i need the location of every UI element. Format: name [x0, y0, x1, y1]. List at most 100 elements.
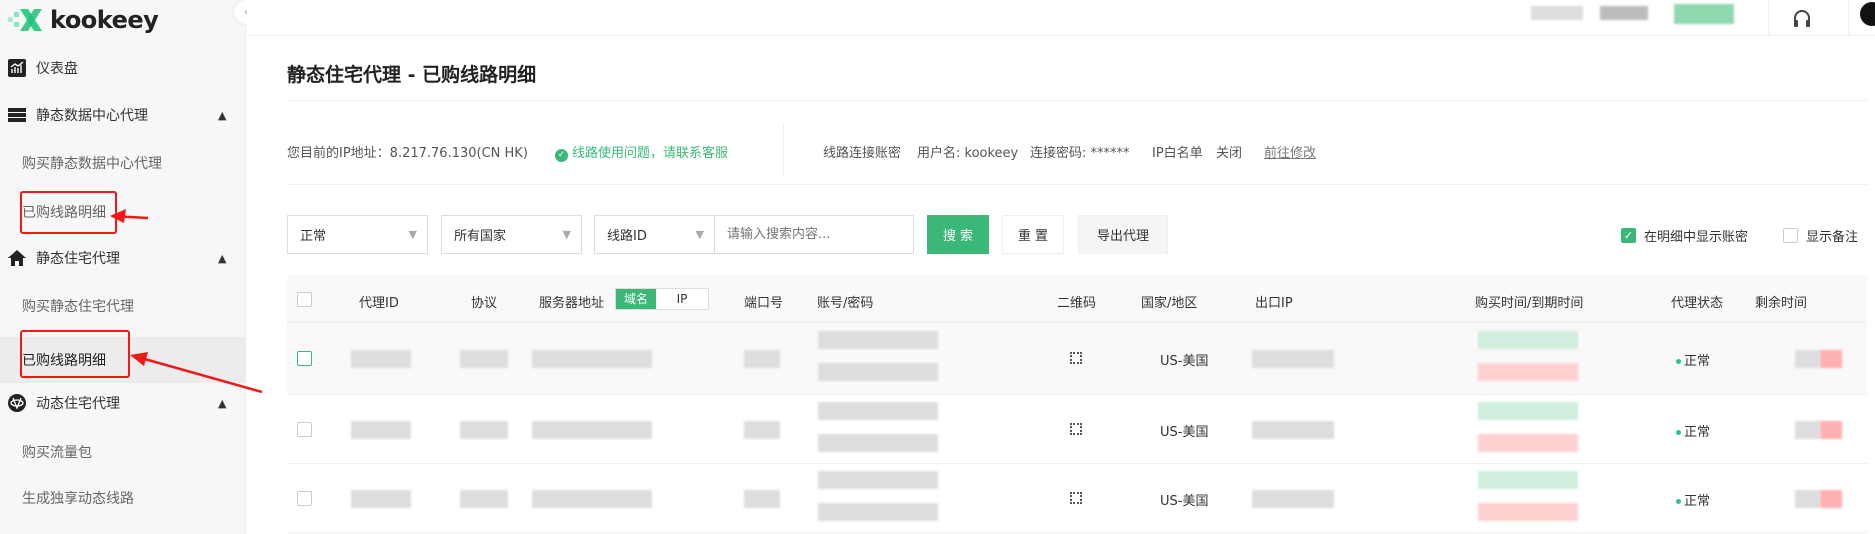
support-link[interactable]: ✓ 线路使用问题，请联系客服: [555, 142, 728, 162]
row-status: 正常: [1676, 490, 1710, 509]
username: 用户名: kookeey: [917, 146, 1019, 161]
server-mode-toggle[interactable]: 域名 IP: [615, 288, 709, 310]
status-text: 正常: [1684, 424, 1711, 440]
redacted-value: [532, 489, 652, 508]
redacted-value: [1478, 401, 1578, 420]
redacted-value: [1795, 489, 1820, 508]
redacted-value: [818, 502, 938, 521]
row-country: US-美国: [1160, 354, 1209, 369]
redacted-value: [818, 331, 938, 349]
redacted-value: [460, 489, 508, 508]
qr-code-icon[interactable]: [1070, 352, 1082, 364]
redacted-value: [1820, 350, 1842, 368]
status-dot-icon: [1676, 429, 1681, 435]
select-value: 所有国家: [454, 229, 507, 244]
check-circle-icon: ✓: [555, 149, 568, 162]
redacted-value: [1795, 350, 1820, 368]
export-button[interactable]: 导出代理: [1078, 215, 1168, 254]
select-value: 正常: [300, 229, 327, 244]
current-ip: 您目前的IP地址：8.217.76.130(CN HK): [287, 146, 528, 161]
checkbox-label: 显示备注: [1806, 230, 1859, 245]
redacted-value: [1252, 489, 1334, 508]
search-input[interactable]: [714, 215, 914, 254]
status-select[interactable]: 正常 ▼: [287, 215, 428, 254]
col-time: 购买时间/到期时间: [1475, 296, 1584, 311]
col-qr: 二维码: [1057, 296, 1097, 311]
checkbox-unchecked-icon: [1783, 228, 1798, 243]
col-country: 国家/地区: [1141, 296, 1198, 311]
redacted-value: [744, 420, 780, 439]
password: 连接密码: ******: [1030, 146, 1130, 161]
col-server: 服务器地址: [539, 296, 605, 311]
checkbox-checked-icon: ✓: [1621, 228, 1636, 243]
qr-code-icon[interactable]: [1070, 422, 1082, 435]
headphone-icon[interactable]: [1792, 8, 1812, 28]
redacted-value: [1252, 420, 1334, 439]
sidebar-item-label: 购买流量包: [22, 445, 92, 461]
qr-code-icon[interactable]: [1070, 491, 1082, 504]
col-status: 代理状态: [1671, 296, 1724, 311]
support-text: 线路使用问题，请联系客服: [572, 146, 729, 161]
redacted-value: [532, 350, 652, 368]
caret-down-icon: ▼: [695, 228, 704, 241]
show-account-checkbox[interactable]: ✓ 在明细中显示账密: [1621, 226, 1748, 245]
redacted-value: [1820, 420, 1842, 439]
redacted-value: [1795, 420, 1820, 439]
redacted-value: [1478, 433, 1578, 452]
redacted-value: [818, 363, 938, 381]
country-select[interactable]: 所有国家 ▼: [441, 215, 582, 254]
redacted-value: [1478, 502, 1578, 521]
redacted-value: [1252, 350, 1334, 368]
redacted-value: [818, 401, 938, 420]
account-label: 线路连接账密: [823, 146, 902, 161]
redacted-value: [351, 350, 411, 368]
status-dot-icon: [1676, 498, 1681, 504]
edit-whitelist-link[interactable]: 前往修改: [1264, 142, 1316, 161]
status-text: 正常: [1684, 354, 1711, 369]
redacted-text: [1531, 6, 1583, 20]
toggle-domain[interactable]: 域名: [616, 289, 656, 309]
status-text: 正常: [1684, 493, 1711, 509]
whitelist-label: IP白名单: [1152, 146, 1203, 161]
redacted-value: [744, 350, 780, 368]
select-all-checkbox[interactable]: [297, 292, 312, 307]
redacted-value: [532, 420, 652, 439]
search-button[interactable]: 搜 索: [927, 215, 989, 254]
col-protocol: 协议: [471, 296, 498, 311]
redacted-value: [351, 420, 411, 439]
caret-down-icon: ▼: [562, 228, 571, 241]
col-proxy-id: 代理ID: [359, 296, 399, 311]
row-checkbox[interactable]: [297, 421, 312, 437]
annotation-arrows: [110, 209, 263, 394]
redacted-value: [818, 470, 938, 489]
row-checkbox[interactable]: [297, 351, 312, 366]
status-dot-icon: [1676, 359, 1681, 364]
redacted-value: [460, 350, 508, 368]
toggle-ip[interactable]: IP: [656, 289, 708, 309]
top-header: [247, 0, 1875, 36]
row-country: US-美国: [1160, 424, 1209, 440]
select-value: 线路ID: [607, 229, 647, 244]
avatar[interactable]: [1860, 2, 1875, 26]
redacted-text: [1600, 6, 1648, 20]
redacted-value: [1478, 363, 1578, 381]
col-port: 端口号: [744, 296, 784, 311]
row-country: US-美国: [1160, 493, 1209, 509]
sidebar-item-label: 生成独享动态线路: [22, 491, 134, 507]
row-status: 正常: [1676, 350, 1710, 369]
col-remaining: 剩余时间: [1755, 296, 1808, 311]
redacted-value: [1820, 489, 1842, 508]
search-field-select[interactable]: 线路ID ▼: [594, 215, 715, 254]
sidebar-item-generate-dynamic[interactable]: 生成独享动态线路: [0, 478, 246, 518]
sidebar-item-buy-traffic[interactable]: 购买流量包: [0, 432, 246, 472]
page-title: 静态住宅代理 - 已购线路明细: [287, 64, 537, 86]
show-note-checkbox[interactable]: 显示备注: [1783, 226, 1858, 245]
col-account: 账号/密码: [817, 296, 874, 311]
row-status: 正常: [1676, 421, 1710, 440]
redacted-value: [460, 420, 508, 439]
redacted-value: [1478, 470, 1578, 489]
row-checkbox[interactable]: [297, 490, 312, 506]
redacted-button[interactable]: [1674, 4, 1734, 24]
reset-button[interactable]: 重 置: [1002, 215, 1064, 254]
checkbox-label: 在明细中显示账密: [1644, 230, 1749, 245]
